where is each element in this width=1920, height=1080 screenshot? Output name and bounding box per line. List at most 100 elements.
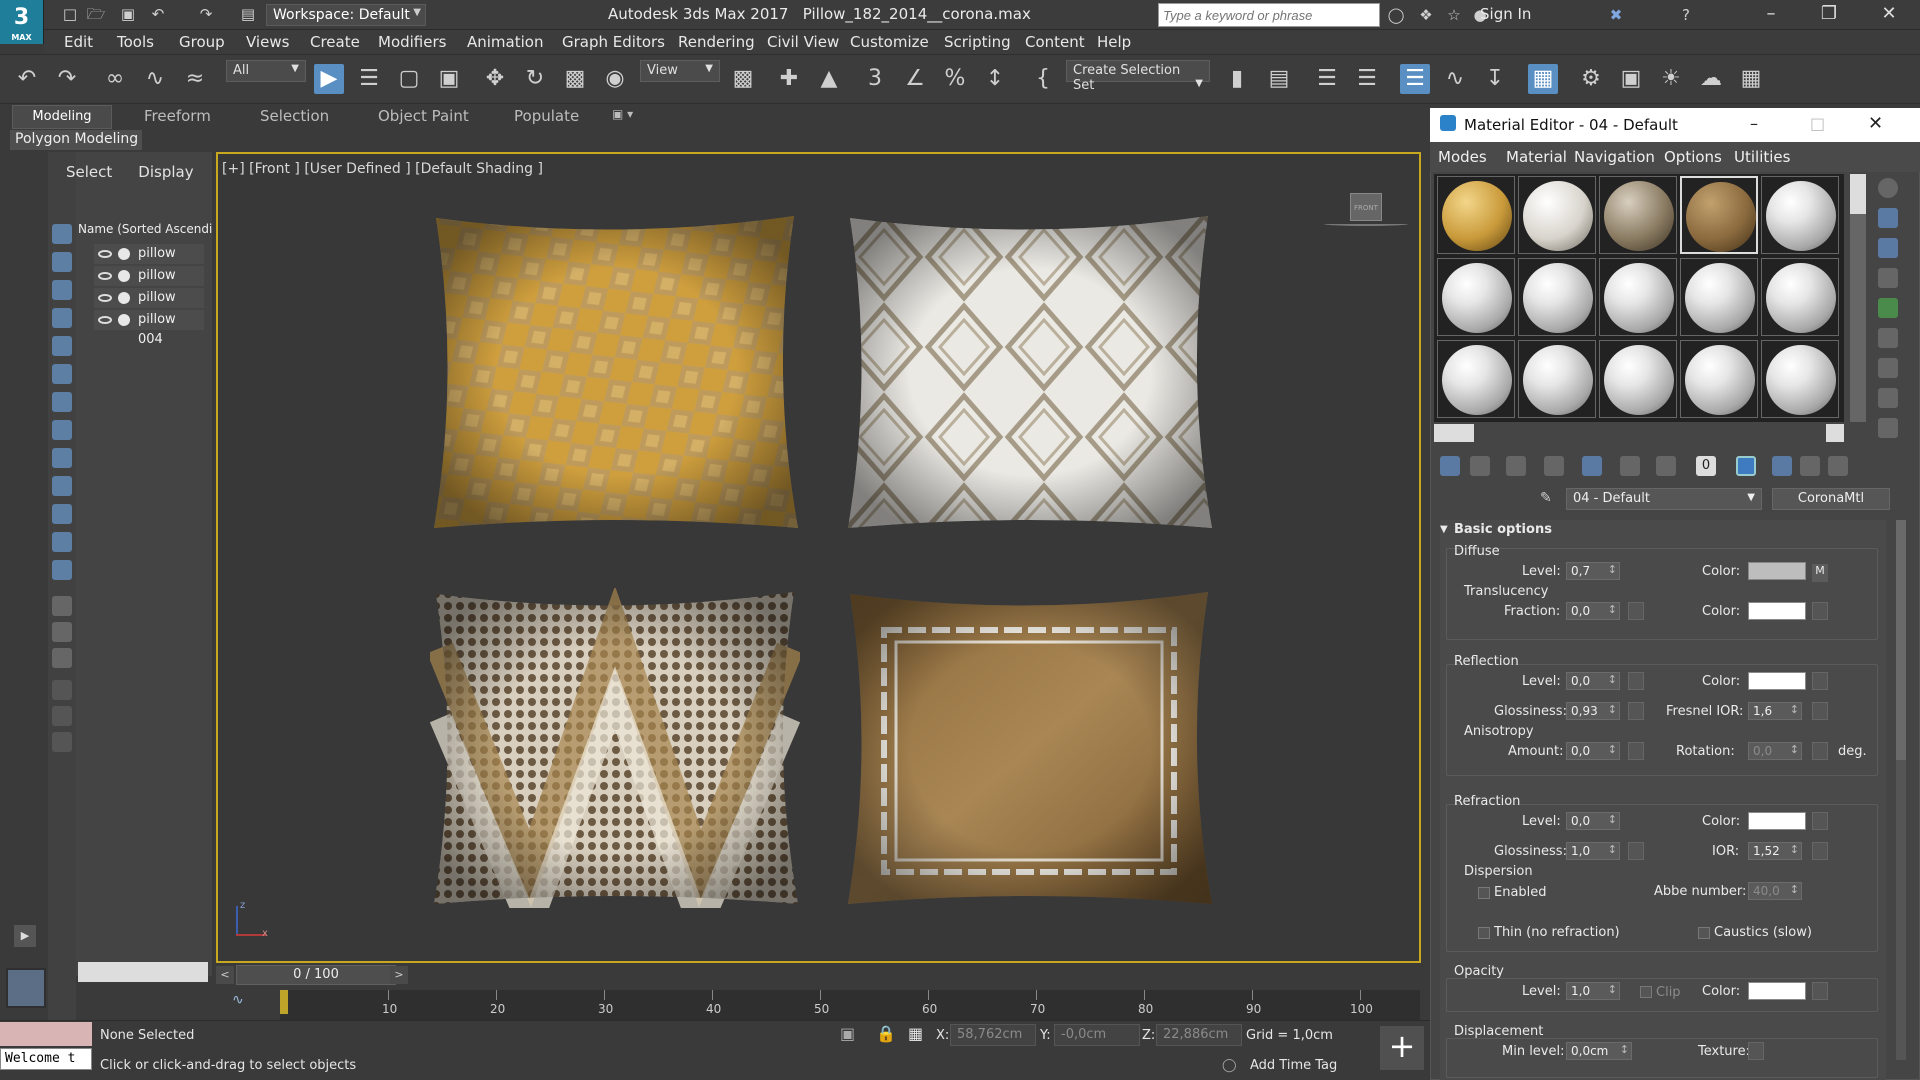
put-material-icon[interactable] [1470,456,1490,476]
show-shaded-icon[interactable] [1736,456,1756,476]
ribbon-panel-polygon-modeling[interactable]: Polygon Modeling [10,130,142,150]
options-icon[interactable] [1878,358,1898,378]
viewport-label[interactable]: [+] [Front ] [User Defined ] [Default Sh… [222,161,543,177]
make-preview-icon[interactable] [1878,328,1898,348]
menu-material[interactable]: Material [1506,148,1567,166]
refraction-level-spinner[interactable]: 0,0 [1566,812,1620,830]
ribbon-options-icon[interactable]: ▣ ▾ [612,107,633,121]
render-iterative-icon[interactable]: ☁ [1696,64,1726,94]
background-icon[interactable] [1878,238,1898,258]
sample-slot[interactable] [1437,258,1515,336]
eye-icon[interactable] [98,294,112,302]
anisotropy-rotation-spinner[interactable]: 0,0 [1748,742,1802,760]
go-sibling-icon[interactable] [1828,456,1848,476]
sign-in-button[interactable]: Sign In [1480,5,1531,23]
pillow-gold-pattern[interactable] [430,212,800,532]
list-item[interactable]: pillow 003 [94,288,204,325]
curve-editor-icon[interactable]: ∿ [1440,64,1470,94]
menu-create[interactable]: Create [310,33,360,51]
refraction-glossiness-spinner[interactable]: 1,0 [1566,842,1620,860]
filter-icon[interactable] [52,680,72,700]
sample-slot[interactable] [1680,258,1758,336]
display-none-icon[interactable] [52,224,72,244]
unlink-icon[interactable]: ∿ [140,64,170,94]
timeline-track[interactable]: 10 20 30 40 50 60 70 80 90 100 [280,990,1420,1020]
maxscript-icon[interactable] [6,968,46,1008]
layer-explorer-icon[interactable]: ☰ [1312,64,1342,94]
refraction-color-map[interactable] [1812,812,1828,830]
render-production-icon[interactable]: ☀ [1656,64,1686,94]
displacement-min-spinner[interactable]: 0,0cm [1566,1042,1632,1060]
sample-slot[interactable] [1599,176,1677,254]
keyboard-shortcut-icon[interactable]: ▲ [814,64,844,94]
toggle-ribbon-icon[interactable]: ☰ [1352,64,1382,94]
material-id-icon[interactable] [1656,456,1676,476]
display-spacewarps-icon[interactable] [52,392,72,412]
sample-slot[interactable] [1518,258,1596,336]
display-geometry-icon[interactable] [52,252,72,272]
rollout-scrollbar[interactable] [1896,520,1906,1060]
translucency-color-swatch[interactable] [1748,602,1806,620]
isolate-icon[interactable]: ▣ [840,1024,855,1043]
curve-toggle-icon[interactable]: ∿ [232,992,244,1008]
display-groups-icon[interactable] [52,420,72,440]
selection-filter-dropdown[interactable]: All ▼ [226,60,306,82]
select-object-icon[interactable]: ▶ [314,64,344,94]
project-icon[interactable]: ▤ [238,4,258,24]
menu-modes[interactable]: Modes [1438,148,1487,166]
sample-slot[interactable] [1761,176,1839,254]
thin-checkbox[interactable] [1478,927,1490,939]
maximize-icon[interactable]: □ [1810,114,1825,133]
displacement-texture-map[interactable] [1748,1042,1764,1060]
material-name-field[interactable]: 04 - Default ▼ [1566,488,1762,510]
link-icon[interactable]: ∞ [100,64,130,94]
menu-content[interactable]: Content [1025,33,1085,51]
dispersion-enabled-checkbox[interactable] [1478,887,1490,899]
coord-x-field[interactable]: 58,762cm [950,1024,1036,1046]
sample-slot[interactable] [1518,176,1596,254]
sample-slot[interactable] [1599,258,1677,336]
opacity-level-spinner[interactable]: 1,0 [1566,982,1620,1000]
reset-map-icon[interactable] [1544,456,1564,476]
display-xrefs-icon[interactable] [52,448,72,468]
coord-z-field[interactable]: 22,886cm [1156,1024,1242,1046]
rotate-icon[interactable]: ↻ [520,64,550,94]
ribbon-tab-modeling[interactable]: Modeling [12,105,112,129]
render-dot-icon[interactable] [118,314,130,326]
selection-set-dropdown[interactable]: Create Selection Set ▼ [1066,60,1210,93]
close-icon[interactable]: ✕ [1868,113,1883,134]
display-bones-icon[interactable] [52,476,72,496]
menu-scripting[interactable]: Scripting [944,33,1011,51]
menu-rendering[interactable]: Rendering [678,33,755,51]
menu-tools[interactable]: Tools [117,33,154,51]
opacity-color-map[interactable] [1812,982,1828,1000]
scale-icon[interactable]: ▩ [560,64,590,94]
display-shapes-icon[interactable] [52,280,72,300]
selection-toggle-icon[interactable] [52,732,72,752]
reflection-level-spinner[interactable]: 0,0 [1566,672,1620,690]
sample-slot-active[interactable] [1680,176,1758,254]
snaps-toggle-icon[interactable]: 3 [860,64,890,94]
maximize-icon[interactable]: ❐ [1804,0,1854,30]
ior-spinner[interactable]: 1,52 [1748,842,1802,860]
anisotropy-amount-map[interactable] [1628,742,1644,760]
caustics-checkbox[interactable] [1698,927,1710,939]
menu-graph-editors[interactable]: Graph Editors [562,33,665,51]
undo-icon[interactable]: ↶ [148,4,168,24]
menu-animation[interactable]: Animation [467,33,543,51]
sample-type-icon[interactable] [1878,178,1898,198]
anisotropy-rotation-map[interactable] [1812,742,1828,760]
minimize-icon[interactable]: – [1750,114,1758,133]
time-slider[interactable]: 0 / 100 [236,965,396,985]
reflection-glossiness-map[interactable] [1628,702,1644,720]
community-icon[interactable]: ❖ [1416,5,1436,25]
funnel-icon[interactable] [52,706,72,726]
ribbon-tab-object-paint[interactable]: Object Paint [378,107,469,125]
scene-explorer-icon[interactable]: ☰ [1400,64,1430,94]
explorer-tab-select[interactable]: Select [66,163,112,181]
help-icon[interactable]: ? [1676,5,1696,25]
binoculars-icon[interactable]: ◯ [1386,5,1406,25]
explorer-column-header[interactable]: Name (Sorted Ascendi [78,222,212,236]
anisotropy-amount-spinner[interactable]: 0,0 [1566,742,1620,760]
move-icon[interactable]: ✥ [480,64,510,94]
